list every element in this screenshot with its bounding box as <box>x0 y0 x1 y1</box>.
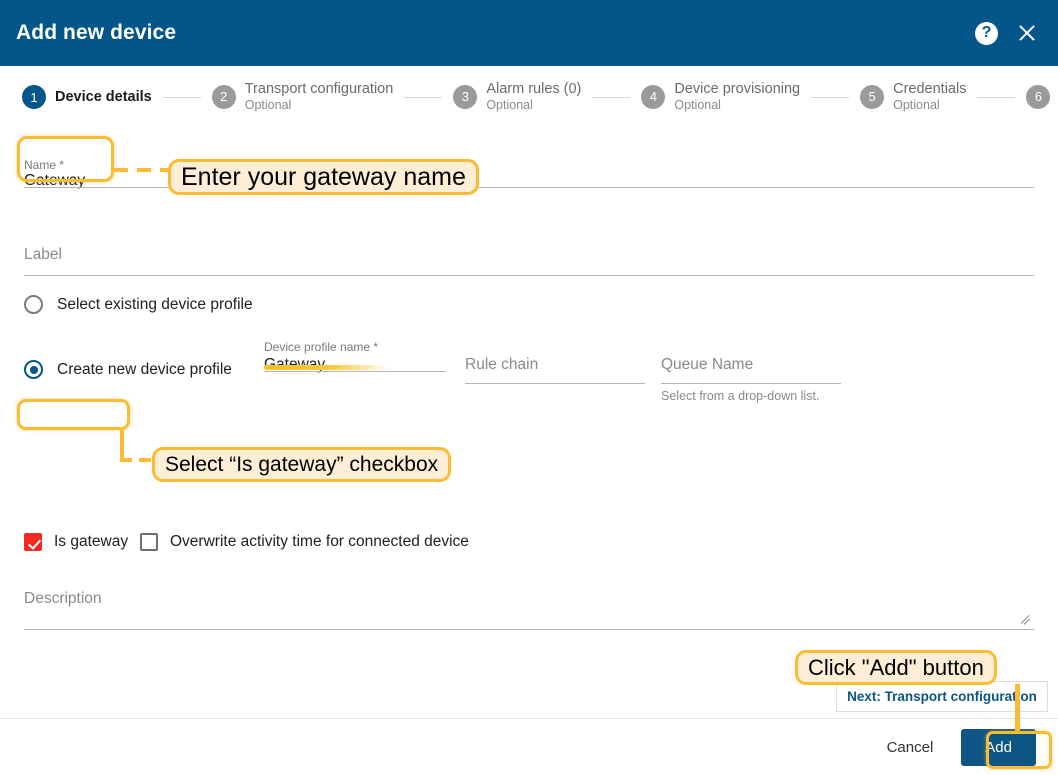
field-underline <box>24 275 1034 276</box>
add-button-callout: Click "Add" button <box>795 650 997 685</box>
is-gateway-checkbox-row[interactable]: Is gateway <box>24 533 128 551</box>
name-label: Name * <box>24 158 65 172</box>
field-underline <box>264 371 446 372</box>
step-label: Alarm rules (0) <box>486 81 582 98</box>
close-icon[interactable] <box>1016 22 1038 44</box>
step-number: 5 <box>860 84 885 109</box>
step-label: Device details <box>55 88 152 105</box>
rule-chain-field[interactable]: Rule chain <box>465 356 645 384</box>
stepper-step-6[interactable]: 6 Customer Optional <box>1026 81 1058 112</box>
step-sublabel: Optional <box>674 98 721 113</box>
help-icon[interactable]: ? <box>975 21 998 45</box>
field-underline <box>24 629 1034 630</box>
header-actions: ? <box>975 21 1038 45</box>
step-connector <box>404 96 443 98</box>
stepper-step-1[interactable]: 1 Device details <box>22 85 152 109</box>
step-connector <box>977 96 1016 98</box>
cancel-button[interactable]: Cancel <box>873 730 948 765</box>
step-label: Transport configuration <box>244 81 394 98</box>
label-input-placeholder[interactable]: Label <box>24 246 62 264</box>
step-number: 2 <box>211 84 236 109</box>
step-sublabel: Optional <box>893 98 940 113</box>
add-callout-connector <box>1015 684 1020 734</box>
resize-handle-icon[interactable] <box>1021 614 1032 625</box>
radio-select-existing-profile[interactable]: Select existing device profile <box>24 295 253 314</box>
step-number: 4 <box>641 84 666 109</box>
field-underline <box>465 383 645 384</box>
highlight-underline <box>264 365 390 370</box>
device-profile-name-field[interactable]: Device profile name * Gateway <box>264 340 446 373</box>
add-button[interactable]: Add <box>961 728 1036 766</box>
name-callout: Enter your gateway name <box>168 159 479 195</box>
queue-name-field[interactable]: Queue Name <box>661 356 841 384</box>
step-connector <box>162 96 201 98</box>
stepper-step-3[interactable]: 3 Alarm rules (0) Optional <box>453 81 581 112</box>
stepper: 1 Device details 2 Transport configurati… <box>0 66 1058 128</box>
radio-icon[interactable] <box>24 295 43 314</box>
stepper-step-4[interactable]: 4 Device provisioning Optional <box>641 81 800 112</box>
description-placeholder[interactable]: Description <box>24 590 102 608</box>
queue-name-hint: Select from a drop-down list. <box>661 389 820 403</box>
label-field[interactable]: Label <box>24 246 1034 276</box>
overwrite-activity-checkbox-row[interactable]: Overwrite activity time for connected de… <box>140 533 469 551</box>
step-connector <box>592 96 631 98</box>
queue-name-placeholder[interactable]: Queue Name <box>661 356 753 374</box>
step-label: Device provisioning <box>674 81 801 98</box>
checkbox-icon[interactable] <box>24 533 42 551</box>
description-field[interactable]: Description <box>24 590 1034 630</box>
step-sublabel: Optional <box>486 98 533 113</box>
overwrite-activity-label: Overwrite activity time for connected de… <box>170 533 469 550</box>
stepper-step-5[interactable]: 5 Credentials Optional <box>860 81 966 112</box>
step-number: 3 <box>453 84 478 109</box>
is-gateway-highlight <box>17 399 130 430</box>
radio-icon[interactable] <box>24 360 43 379</box>
radio-label: Create new device profile <box>57 360 232 378</box>
checkbox-icon[interactable] <box>140 533 158 551</box>
step-connector <box>811 96 850 98</box>
dialog-header: Add new device ? <box>0 0 1058 66</box>
radio-create-new-profile[interactable]: Create new device profile <box>24 360 232 379</box>
radio-label: Select existing device profile <box>57 295 253 313</box>
name-callout-connector <box>114 168 170 172</box>
step-number: 6 <box>1026 84 1051 109</box>
step-label: Credentials <box>893 81 967 98</box>
is-gateway-callout: Select “Is gateway” checkbox <box>152 447 452 482</box>
gateway-callout-connector-horizontal <box>120 458 155 462</box>
step-sublabel: Optional <box>244 98 292 113</box>
rule-chain-placeholder[interactable]: Rule chain <box>465 356 538 374</box>
field-underline <box>661 383 841 384</box>
device-profile-name-label: Device profile name * <box>264 340 379 354</box>
is-gateway-label: Is gateway <box>54 533 129 550</box>
dialog-footer: Cancel Add <box>0 718 1058 775</box>
stepper-step-2[interactable]: 2 Transport configuration Optional <box>211 81 394 113</box>
page-title: Add new device <box>16 21 177 44</box>
step-number: 1 <box>22 85 46 109</box>
